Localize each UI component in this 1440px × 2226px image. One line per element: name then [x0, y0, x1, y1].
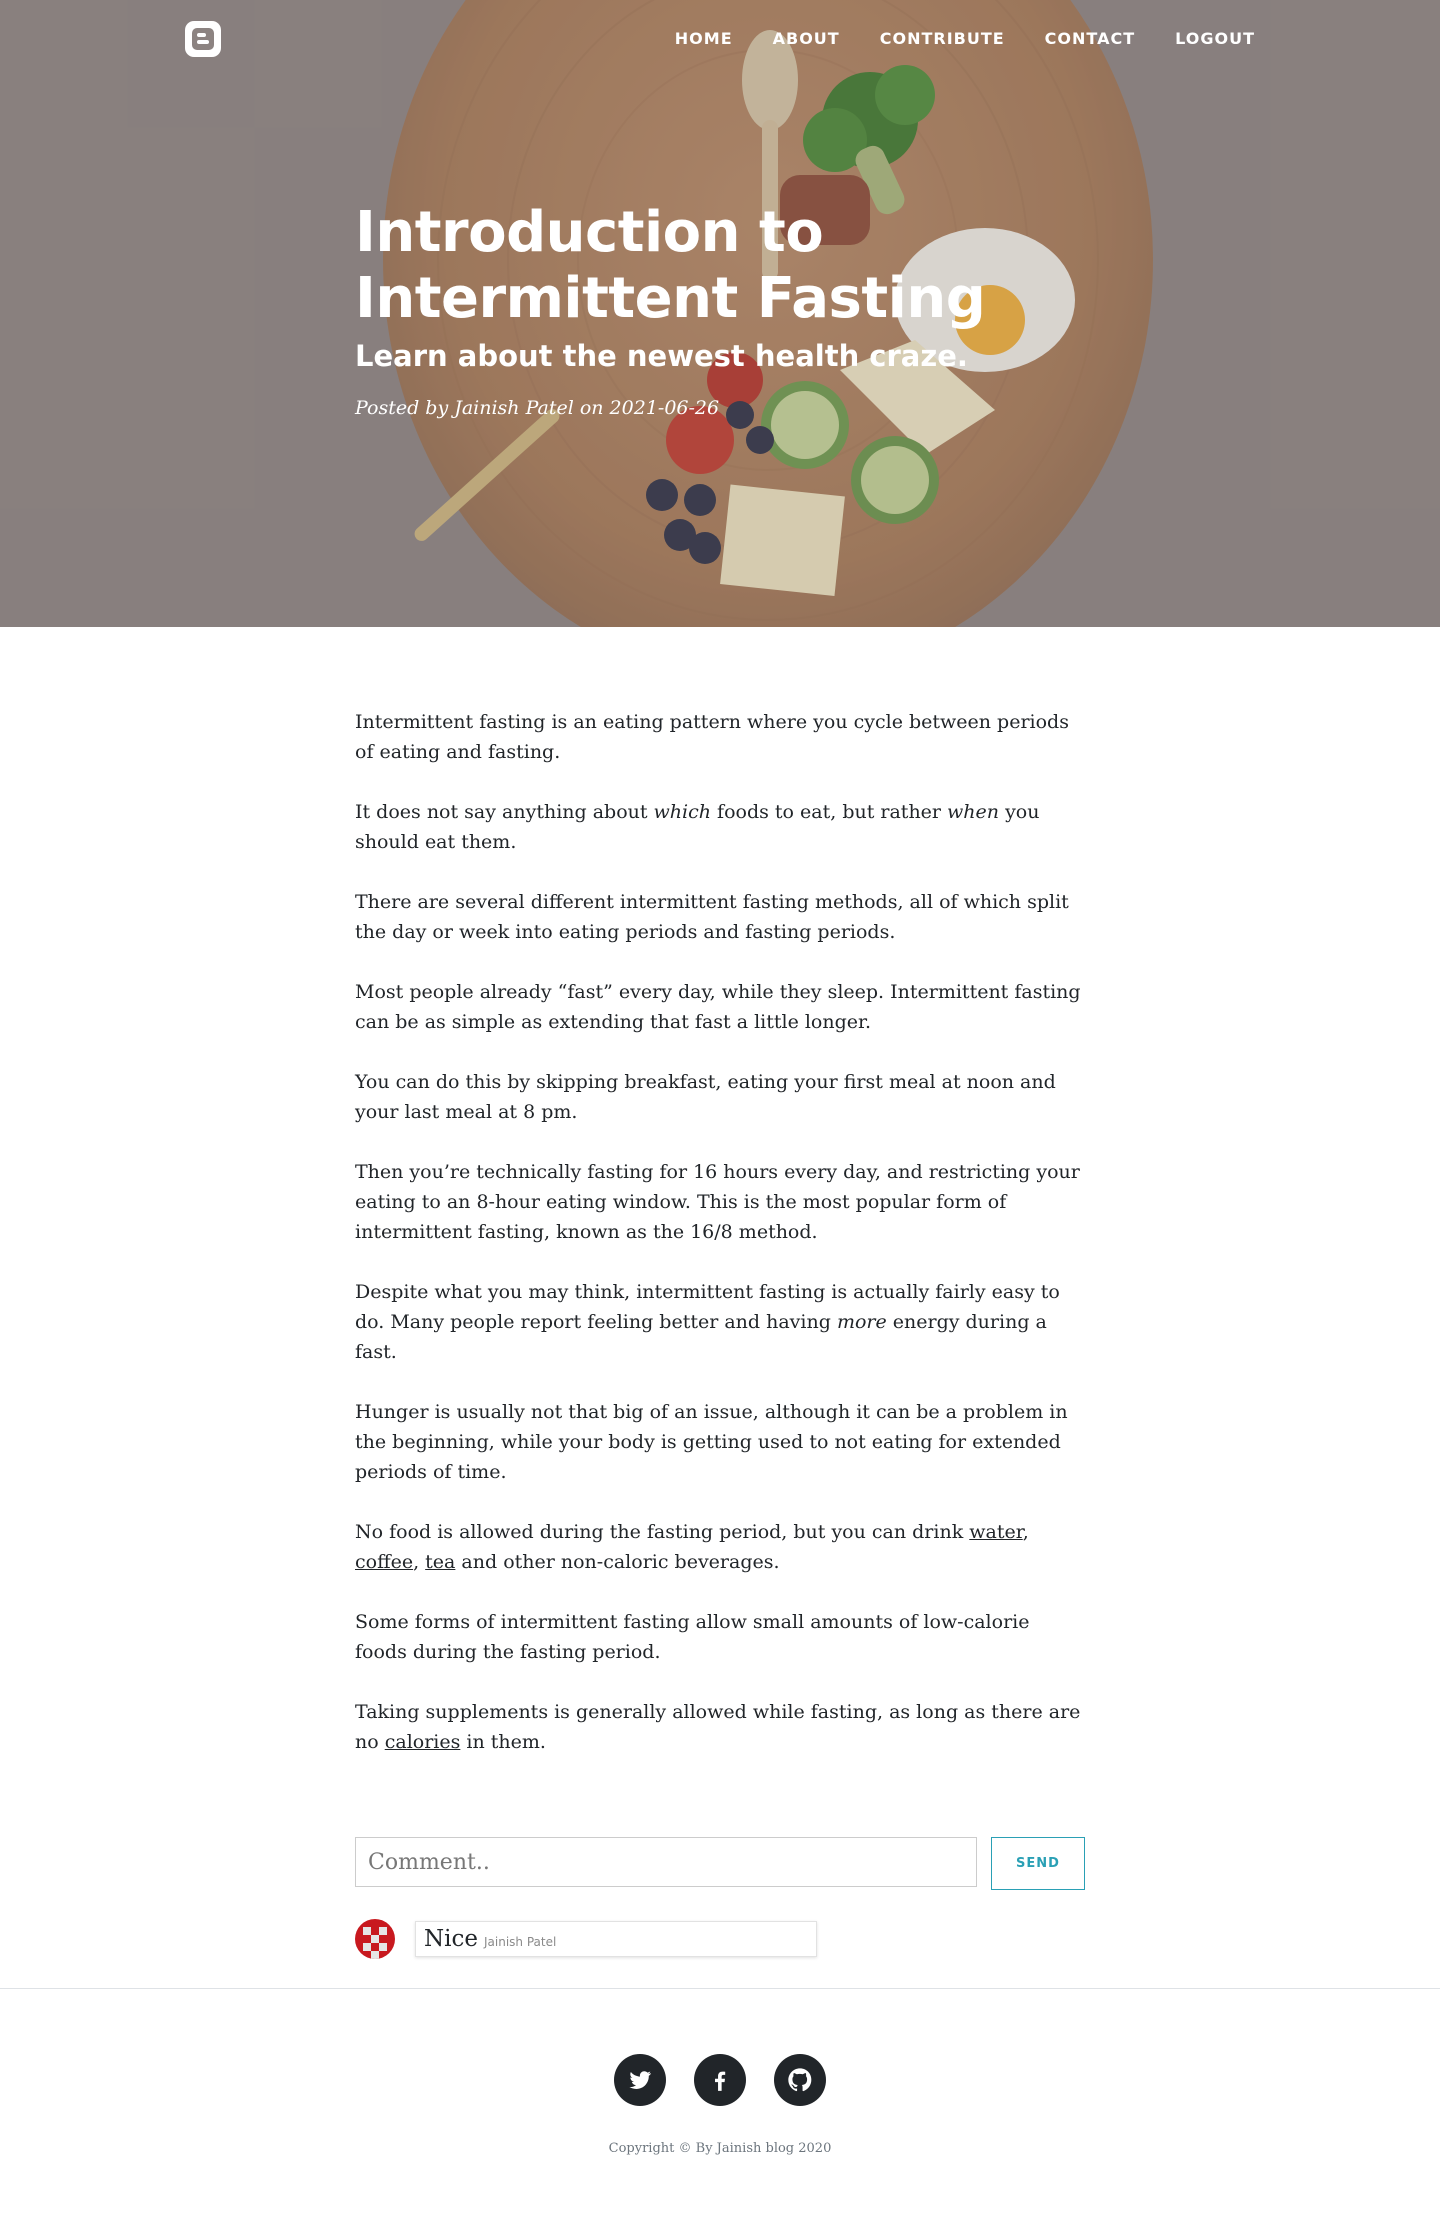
paragraph: Some forms of intermittent fasting allow…: [355, 1611, 1030, 1663]
post-heading: Introduction to Intermittent Fasting Lea…: [355, 200, 1085, 419]
comment-bubble: Nice Jainish Patel: [415, 1921, 817, 1957]
brand-logo[interactable]: [185, 21, 221, 57]
comment-author: Jainish Patel: [483, 1935, 557, 1949]
nav-logout-link[interactable]: LOGOUT: [1175, 29, 1255, 48]
tea-link[interactable]: tea: [425, 1551, 455, 1573]
water-link[interactable]: water: [969, 1521, 1022, 1543]
paragraph: Intermittent fasting is an eating patter…: [355, 711, 1069, 763]
comment-text: Nice: [424, 1926, 478, 1952]
paragraph: Hunger is usually not that big of an iss…: [355, 1401, 1068, 1483]
paragraph: Most people already “fast” every day, wh…: [355, 981, 1081, 1033]
comment-form: SEND: [355, 1837, 1085, 1890]
paragraph: Despite what you may think, intermittent…: [355, 1281, 1060, 1363]
hero-header: HOME ABOUT CONTRIBUTE CONTACT LOGOUT Int…: [0, 0, 1440, 627]
post-subtitle: Learn about the newest health craze.: [355, 339, 968, 373]
post-body: Intermittent fasting is an eating patter…: [355, 627, 1085, 1757]
nav-links: HOME ABOUT CONTRIBUTE CONTACT LOGOUT: [675, 29, 1255, 48]
facebook-link[interactable]: [694, 2054, 746, 2106]
post-title: Introduction to Intermittent Fasting: [355, 200, 986, 331]
paragraph: Taking supplements is generally allowed …: [355, 1701, 1081, 1753]
twitter-link[interactable]: [614, 2054, 666, 2106]
top-navbar: HOME ABOUT CONTRIBUTE CONTACT LOGOUT: [0, 0, 1440, 80]
comment-input[interactable]: [355, 1837, 977, 1887]
nav-contact-link[interactable]: CONTACT: [1045, 29, 1135, 48]
social-links: [614, 2054, 826, 2106]
blogger-icon: [192, 28, 214, 50]
paragraph: There are several different intermittent…: [355, 891, 1069, 943]
calories-link[interactable]: calories: [385, 1731, 461, 1753]
nav-about-link[interactable]: ABOUT: [773, 29, 840, 48]
send-button[interactable]: SEND: [991, 1837, 1085, 1890]
copyright-text: Copyright © By Jainish blog 2020: [608, 2141, 832, 2156]
post-meta: Posted by Jainish Patel on 2021-06-26: [355, 397, 720, 419]
nav-contribute-link[interactable]: CONTRIBUTE: [880, 29, 1005, 48]
coffee-link[interactable]: coffee: [355, 1551, 413, 1573]
paragraph: You can do this by skipping breakfast, e…: [355, 1071, 1056, 1123]
paragraph: No food is allowed during the fasting pe…: [355, 1521, 1029, 1573]
identicon-avatar: [355, 1919, 395, 1959]
paragraph: It does not say anything about which foo…: [355, 801, 1040, 853]
facebook-icon: [715, 2071, 726, 2091]
footer: Copyright © By Jainish blog 2020: [0, 1988, 1440, 2186]
nav-home-link[interactable]: HOME: [675, 29, 733, 48]
github-link[interactable]: [774, 2054, 826, 2106]
paragraph: Then you’re technically fasting for 16 h…: [355, 1161, 1080, 1243]
avatar: [355, 1919, 395, 1959]
github-icon: [788, 2068, 812, 2092]
twitter-icon: [629, 2071, 651, 2089]
comment-item: Nice Jainish Patel: [355, 1919, 1085, 1959]
